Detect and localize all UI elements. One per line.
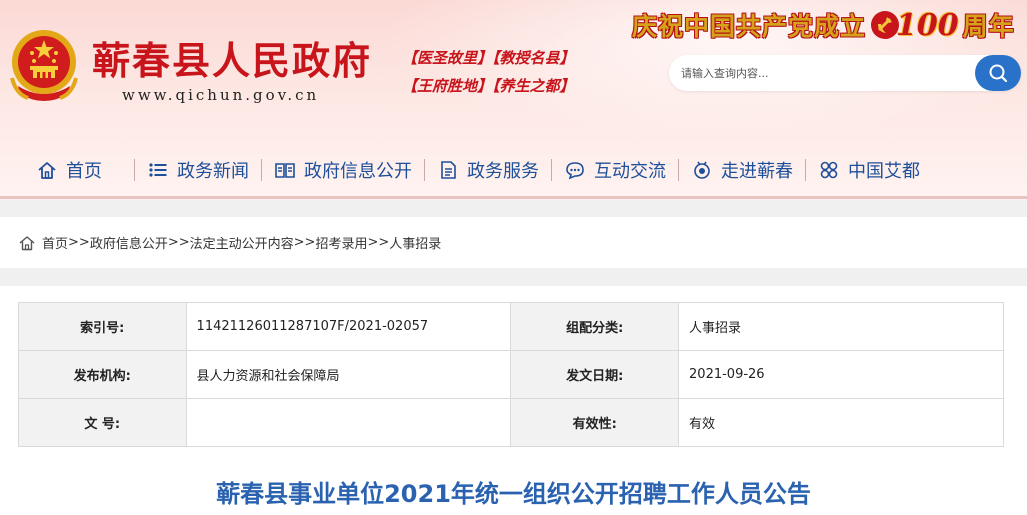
nav-item-label: 走进蕲春 (721, 161, 793, 182)
nav-item-home[interactable]: 首页 (24, 148, 114, 192)
meta-value-index: 11421126011287107F/2021-02057 (185, 302, 512, 351)
meta-value-date: 2021-09-26 (678, 350, 1004, 399)
nav-item-gov-info[interactable]: 政府信息公开 (262, 148, 424, 192)
meta-label-category: 组配分类: (510, 302, 680, 351)
meta-label-doc-number: 文 号: (18, 398, 187, 447)
search-input[interactable] (681, 63, 971, 83)
table-row: 索引号: 11421126011287107F/2021-02057 组配分类:… (18, 302, 1004, 351)
site-domain: www.qichun.gov.cn (122, 86, 320, 104)
meta-value-validity: 有效 (678, 398, 1004, 447)
anniversary-badge: 100 (870, 8, 959, 43)
meta-label-publisher: 发布机构: (18, 350, 187, 399)
search-icon (989, 64, 1008, 83)
meta-value-category: 人事招录 (678, 302, 1004, 351)
nav-item-label: 政务服务 (467, 161, 539, 182)
main-nav: 首页 政务新闻 政府信息公开 政务服务 互动交流 走进蕲春 中国艾都 (0, 148, 1027, 192)
nav-item-aidu[interactable]: 中国艾都 (806, 148, 932, 192)
slogan-line-2: 【王府胜地】【养生之都】 (402, 77, 575, 95)
breadcrumb: 首页 >> 政府信息公开 >> 法定主动公开内容 >> 招考录用 >> 人事招录 (0, 217, 1027, 268)
search-box (669, 55, 1021, 91)
search-button[interactable] (975, 55, 1021, 91)
meta-value-publisher: 县人力资源和社会保障局 (185, 350, 512, 399)
breadcrumb-item-home[interactable]: 首页 (42, 233, 68, 252)
article-content: 索引号: 11421126011287107F/2021-02057 组配分类:… (0, 286, 1027, 515)
slogans: 【医圣故里】【教授名县】 【王府胜地】【养生之都】 (402, 44, 602, 100)
anniversary-prefix: 庆祝中国共产党成立 (632, 12, 867, 41)
nav-item-services[interactable]: 政务服务 (425, 148, 551, 192)
home-icon (38, 162, 56, 179)
breadcrumb-separator: >> (367, 235, 390, 250)
breadcrumb-item-recruitment[interactable]: 招考录用 (315, 233, 367, 252)
anniversary-number: 100 (896, 7, 959, 43)
nav-item-label: 互动交流 (594, 161, 666, 182)
site-header: 蕲春县人民政府 www.qichun.gov.cn 【医圣故里】【教授名县】 【… (0, 0, 1027, 200)
document-icon (441, 161, 456, 179)
meta-label-validity: 有效性: (510, 398, 680, 447)
breadcrumb-item-statutory[interactable]: 法定主动公开内容 (190, 233, 294, 252)
breadcrumb-item-personnel[interactable]: 人事招录 (389, 233, 441, 252)
nav-item-news[interactable]: 政务新闻 (135, 148, 261, 192)
anniversary-suffix: 周年 (962, 12, 1015, 41)
meta-label-index: 索引号: (18, 302, 187, 351)
nav-item-label: 政府信息公开 (304, 161, 412, 182)
medal-icon (694, 161, 710, 179)
breadcrumb-item-gov-info[interactable]: 政府信息公开 (90, 233, 168, 252)
table-row: 文 号: 有效性: 有效 (18, 398, 1004, 447)
meta-value-doc-number (185, 398, 512, 447)
article-title: 蕲春县事业单位2021年统一组织公开招聘工作人员公告 (216, 480, 811, 508)
nav-item-label: 首页 (66, 161, 102, 182)
meta-label-date: 发文日期: (510, 350, 680, 399)
nav-item-about[interactable]: 走进蕲春 (679, 148, 805, 192)
breadcrumb-separator: >> (68, 235, 90, 250)
breadcrumb-separator: >> (167, 235, 190, 250)
nav-item-interaction[interactable]: 互动交流 (552, 148, 678, 192)
grid-icon (820, 161, 838, 179)
nav-item-label: 政务新闻 (177, 161, 249, 182)
list-icon (149, 163, 167, 177)
table-row: 发布机构: 县人力资源和社会保障局 发文日期: 2021-09-26 (18, 350, 1004, 399)
anniversary-banner: 庆祝中国共产党成立 100 周年 (632, 4, 1015, 46)
nav-item-label: 中国艾都 (848, 161, 920, 182)
chat-icon (566, 162, 584, 180)
book-icon (275, 163, 295, 178)
national-emblem-icon (10, 30, 78, 101)
nav-underline (0, 196, 1027, 199)
slogan-line-1: 【医圣故里】【教授名县】 (402, 49, 575, 67)
home-icon (19, 235, 35, 250)
site-title[interactable]: 蕲春县人民政府 (92, 30, 372, 85)
breadcrumb-separator: >> (293, 235, 316, 250)
document-meta-table: 索引号: 11421126011287107F/2021-02057 组配分类:… (18, 302, 1004, 447)
